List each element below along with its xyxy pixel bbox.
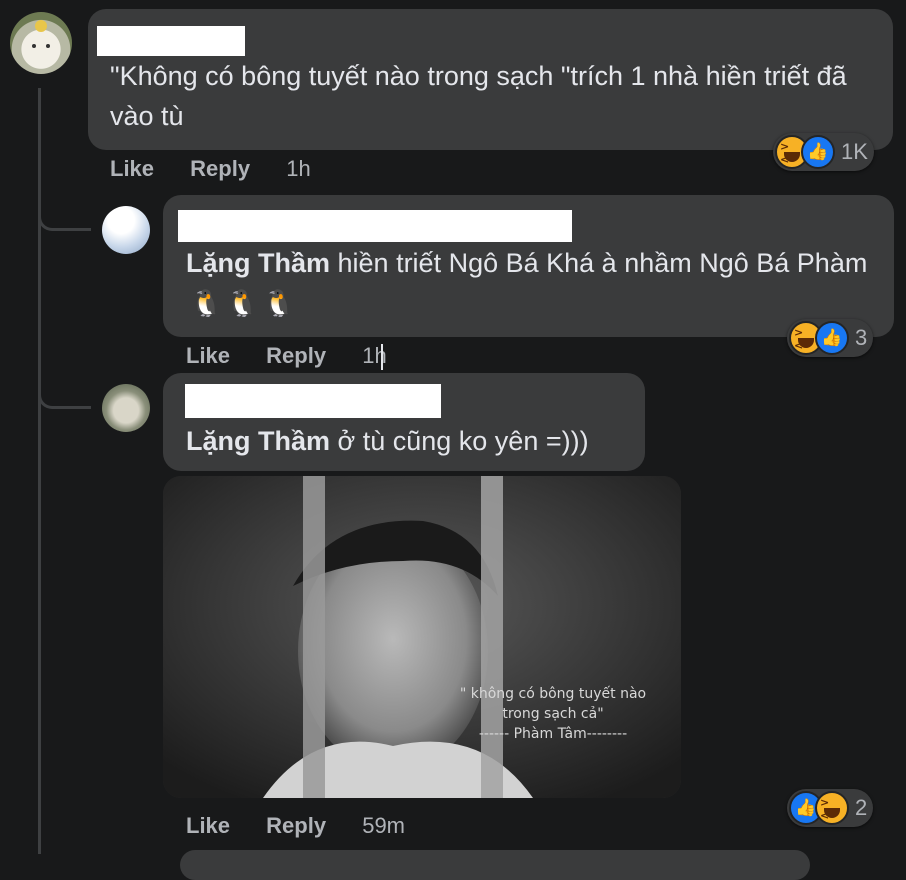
caption-line: trong sạch cả" (502, 706, 604, 722)
comment-text: Lặng Thầm hiền triết Ngô Bá Khá à nhầm N… (186, 243, 876, 323)
penguin-emoji: 🐧 (226, 288, 259, 318)
caption-line: ------ Phàm Tâm-------- (478, 726, 628, 742)
comment-text: Lặng Thầm ở tù cũng ko yên =))) (186, 421, 636, 461)
penguin-emoji: 🐧 (190, 288, 223, 318)
cat-avatar-icon (32, 20, 50, 48)
reaction-count: 1K (841, 139, 868, 164)
caption-line: " không có bông tuyết nào (459, 686, 647, 702)
avatar[interactable] (10, 12, 72, 74)
penguin-emoji: 🐧 (262, 288, 296, 318)
comment-actions: Like Reply 1h (186, 343, 387, 369)
thread-branch (38, 198, 91, 231)
redacted-username (185, 384, 441, 418)
reply-link[interactable]: Reply (190, 156, 250, 181)
avatar[interactable] (102, 384, 150, 432)
reaction-summary[interactable]: 👍 1K (773, 133, 874, 171)
reaction-summary[interactable]: 👍 2 (787, 789, 874, 827)
reply-link[interactable]: Reply (266, 343, 326, 368)
haha-reaction-icon (815, 791, 849, 825)
timestamp[interactable]: 59m (362, 813, 405, 838)
reaction-count: 2 (855, 795, 868, 820)
reaction-count: 3 (855, 325, 868, 350)
comment-text: "Không có bông tuyết nào trong sạch "trí… (110, 61, 847, 131)
comment-bubble: Lặng Thầm hiền triết Ngô Bá Khá à nhầm N… (163, 195, 894, 337)
redacted-username (97, 26, 245, 56)
comment-bubble: Lặng Thầm ở tù cũng ko yên =))) (163, 373, 645, 471)
image-caption: " không có bông tuyết nào trong sạch cả"… (448, 684, 658, 744)
comment-bubble: "Không có bông tuyết nào trong sạch "trí… (88, 9, 893, 150)
like-reaction-icon: 👍 (801, 135, 835, 169)
like-link[interactable]: Like (186, 813, 230, 838)
like-link[interactable]: Like (110, 156, 154, 181)
comment-body: hiền triết Ngô Bá Khá à nhầm Ngô Bá Phàm (330, 248, 868, 278)
redacted-username (178, 210, 572, 242)
next-comment-bubble (180, 850, 810, 880)
like-link[interactable]: Like (186, 343, 230, 368)
mention-tag[interactable]: Lặng Thầm (186, 426, 330, 456)
comment-body: ở tù cũng ko yên =))) (330, 426, 589, 456)
timestamp[interactable]: 1h (286, 156, 310, 181)
timestamp[interactable]: 1h (362, 343, 386, 368)
reply-link[interactable]: Reply (266, 813, 326, 838)
prison-portrait-image (163, 476, 681, 798)
like-reaction-icon: 👍 (815, 321, 849, 355)
reaction-summary[interactable]: 👍 3 (787, 319, 874, 357)
comment-actions: Like Reply 1h (110, 156, 311, 182)
mention-tag[interactable]: Lặng Thầm (186, 248, 330, 278)
text-cursor (381, 344, 383, 370)
avatar[interactable] (102, 206, 150, 254)
thread-branch (38, 376, 91, 409)
comment-actions: Like Reply 59m (186, 813, 405, 839)
comment-image[interactable]: " không có bông tuyết nào trong sạch cả"… (163, 476, 681, 798)
